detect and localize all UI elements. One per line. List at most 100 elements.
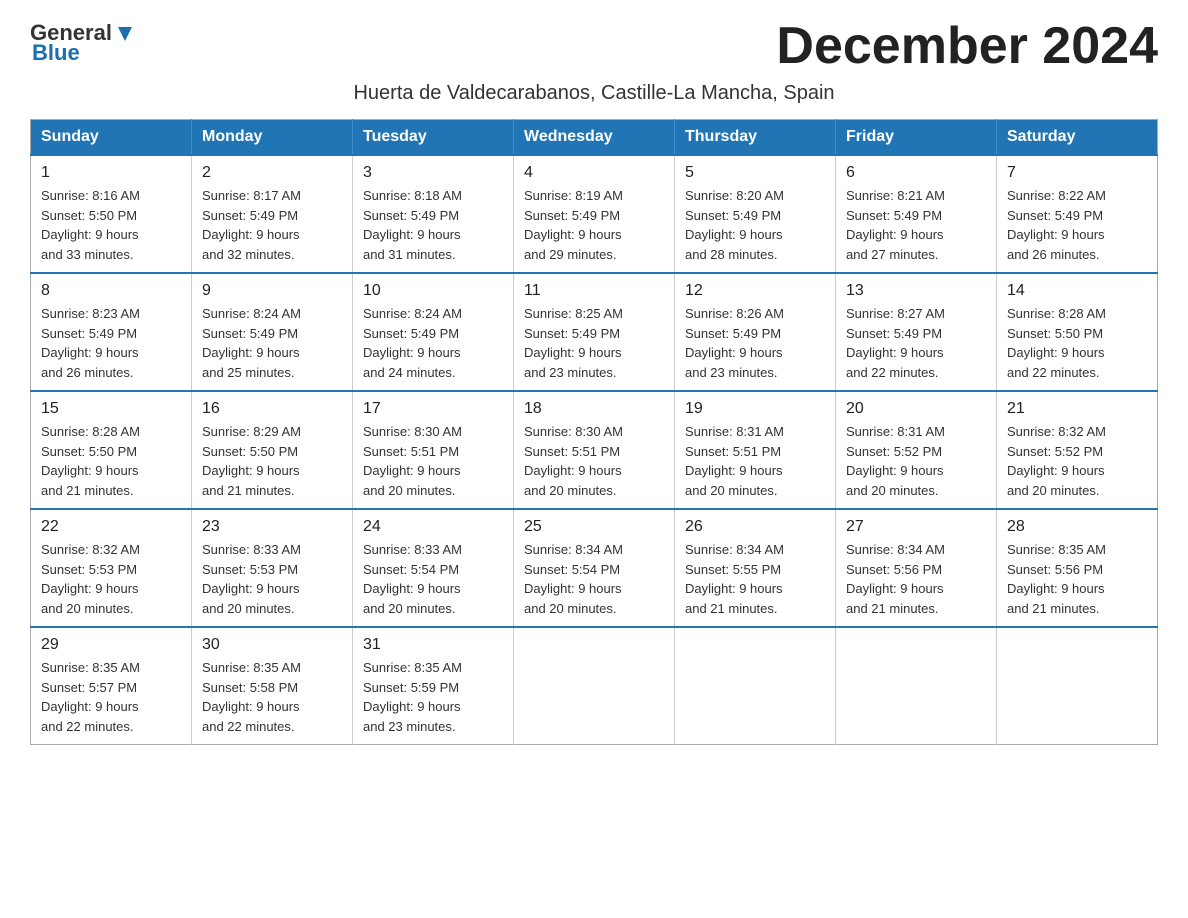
logo-triangle-icon <box>114 23 136 45</box>
calendar-cell: 31 Sunrise: 8:35 AM Sunset: 5:59 PM Dayl… <box>353 627 514 745</box>
calendar-cell: 10 Sunrise: 8:24 AM Sunset: 5:49 PM Dayl… <box>353 273 514 391</box>
day-number: 10 <box>363 282 503 300</box>
calendar-cell: 2 Sunrise: 8:17 AM Sunset: 5:49 PM Dayli… <box>192 155 353 273</box>
calendar-cell: 22 Sunrise: 8:32 AM Sunset: 5:53 PM Dayl… <box>31 509 192 627</box>
calendar-cell: 23 Sunrise: 8:33 AM Sunset: 5:53 PM Dayl… <box>192 509 353 627</box>
weekday-header-thursday: Thursday <box>675 120 836 156</box>
weekday-header-saturday: Saturday <box>997 120 1158 156</box>
day-number: 29 <box>41 636 181 654</box>
day-info: Sunrise: 8:25 AM Sunset: 5:49 PM Dayligh… <box>524 304 664 382</box>
day-info: Sunrise: 8:30 AM Sunset: 5:51 PM Dayligh… <box>524 422 664 500</box>
calendar-cell <box>514 627 675 745</box>
page-header: General Blue December 2024 <box>30 20 1158 72</box>
day-number: 24 <box>363 518 503 536</box>
day-info: Sunrise: 8:33 AM Sunset: 5:53 PM Dayligh… <box>202 540 342 618</box>
day-number: 27 <box>846 518 986 536</box>
calendar-cell: 11 Sunrise: 8:25 AM Sunset: 5:49 PM Dayl… <box>514 273 675 391</box>
day-number: 8 <box>41 282 181 300</box>
day-info: Sunrise: 8:33 AM Sunset: 5:54 PM Dayligh… <box>363 540 503 618</box>
day-info: Sunrise: 8:34 AM Sunset: 5:55 PM Dayligh… <box>685 540 825 618</box>
calendar-cell: 25 Sunrise: 8:34 AM Sunset: 5:54 PM Dayl… <box>514 509 675 627</box>
calendar-cell: 21 Sunrise: 8:32 AM Sunset: 5:52 PM Dayl… <box>997 391 1158 509</box>
location-subtitle: Huerta de Valdecarabanos, Castille-La Ma… <box>30 82 1158 105</box>
day-info: Sunrise: 8:24 AM Sunset: 5:49 PM Dayligh… <box>363 304 503 382</box>
day-info: Sunrise: 8:21 AM Sunset: 5:49 PM Dayligh… <box>846 186 986 264</box>
day-number: 26 <box>685 518 825 536</box>
day-info: Sunrise: 8:32 AM Sunset: 5:53 PM Dayligh… <box>41 540 181 618</box>
day-info: Sunrise: 8:35 AM Sunset: 5:56 PM Dayligh… <box>1007 540 1147 618</box>
day-info: Sunrise: 8:29 AM Sunset: 5:50 PM Dayligh… <box>202 422 342 500</box>
day-info: Sunrise: 8:31 AM Sunset: 5:51 PM Dayligh… <box>685 422 825 500</box>
calendar-week-row: 22 Sunrise: 8:32 AM Sunset: 5:53 PM Dayl… <box>31 509 1158 627</box>
day-number: 22 <box>41 518 181 536</box>
calendar-cell: 18 Sunrise: 8:30 AM Sunset: 5:51 PM Dayl… <box>514 391 675 509</box>
day-number: 16 <box>202 400 342 418</box>
day-info: Sunrise: 8:35 AM Sunset: 5:58 PM Dayligh… <box>202 658 342 736</box>
day-info: Sunrise: 8:18 AM Sunset: 5:49 PM Dayligh… <box>363 186 503 264</box>
calendar-cell: 16 Sunrise: 8:29 AM Sunset: 5:50 PM Dayl… <box>192 391 353 509</box>
calendar-cell: 7 Sunrise: 8:22 AM Sunset: 5:49 PM Dayli… <box>997 155 1158 273</box>
day-number: 3 <box>363 164 503 182</box>
day-info: Sunrise: 8:35 AM Sunset: 5:59 PM Dayligh… <box>363 658 503 736</box>
day-number: 15 <box>41 400 181 418</box>
day-info: Sunrise: 8:31 AM Sunset: 5:52 PM Dayligh… <box>846 422 986 500</box>
day-number: 20 <box>846 400 986 418</box>
calendar-cell: 15 Sunrise: 8:28 AM Sunset: 5:50 PM Dayl… <box>31 391 192 509</box>
day-number: 18 <box>524 400 664 418</box>
day-info: Sunrise: 8:17 AM Sunset: 5:49 PM Dayligh… <box>202 186 342 264</box>
day-info: Sunrise: 8:34 AM Sunset: 5:56 PM Dayligh… <box>846 540 986 618</box>
weekday-header-friday: Friday <box>836 120 997 156</box>
calendar-cell: 8 Sunrise: 8:23 AM Sunset: 5:49 PM Dayli… <box>31 273 192 391</box>
day-number: 23 <box>202 518 342 536</box>
logo-blue-text: Blue <box>32 40 80 66</box>
day-info: Sunrise: 8:26 AM Sunset: 5:49 PM Dayligh… <box>685 304 825 382</box>
calendar-cell: 29 Sunrise: 8:35 AM Sunset: 5:57 PM Dayl… <box>31 627 192 745</box>
day-info: Sunrise: 8:19 AM Sunset: 5:49 PM Dayligh… <box>524 186 664 264</box>
day-info: Sunrise: 8:27 AM Sunset: 5:49 PM Dayligh… <box>846 304 986 382</box>
day-info: Sunrise: 8:24 AM Sunset: 5:49 PM Dayligh… <box>202 304 342 382</box>
calendar-cell: 20 Sunrise: 8:31 AM Sunset: 5:52 PM Dayl… <box>836 391 997 509</box>
day-info: Sunrise: 8:23 AM Sunset: 5:49 PM Dayligh… <box>41 304 181 382</box>
calendar-week-row: 29 Sunrise: 8:35 AM Sunset: 5:57 PM Dayl… <box>31 627 1158 745</box>
weekday-header-sunday: Sunday <box>31 120 192 156</box>
day-info: Sunrise: 8:30 AM Sunset: 5:51 PM Dayligh… <box>363 422 503 500</box>
calendar-cell: 30 Sunrise: 8:35 AM Sunset: 5:58 PM Dayl… <box>192 627 353 745</box>
day-info: Sunrise: 8:35 AM Sunset: 5:57 PM Dayligh… <box>41 658 181 736</box>
day-number: 31 <box>363 636 503 654</box>
weekday-header-wednesday: Wednesday <box>514 120 675 156</box>
day-number: 28 <box>1007 518 1147 536</box>
title-area: December 2024 <box>776 20 1158 72</box>
day-info: Sunrise: 8:22 AM Sunset: 5:49 PM Dayligh… <box>1007 186 1147 264</box>
day-number: 11 <box>524 282 664 300</box>
weekday-header-monday: Monday <box>192 120 353 156</box>
day-info: Sunrise: 8:32 AM Sunset: 5:52 PM Dayligh… <box>1007 422 1147 500</box>
day-info: Sunrise: 8:16 AM Sunset: 5:50 PM Dayligh… <box>41 186 181 264</box>
day-number: 1 <box>41 164 181 182</box>
calendar-cell <box>675 627 836 745</box>
calendar-cell <box>836 627 997 745</box>
calendar-week-row: 8 Sunrise: 8:23 AM Sunset: 5:49 PM Dayli… <box>31 273 1158 391</box>
day-number: 25 <box>524 518 664 536</box>
calendar-cell: 1 Sunrise: 8:16 AM Sunset: 5:50 PM Dayli… <box>31 155 192 273</box>
weekday-header-tuesday: Tuesday <box>353 120 514 156</box>
day-number: 19 <box>685 400 825 418</box>
day-info: Sunrise: 8:28 AM Sunset: 5:50 PM Dayligh… <box>1007 304 1147 382</box>
weekday-header-row: SundayMondayTuesdayWednesdayThursdayFrid… <box>31 120 1158 156</box>
day-number: 7 <box>1007 164 1147 182</box>
day-number: 21 <box>1007 400 1147 418</box>
calendar-cell: 14 Sunrise: 8:28 AM Sunset: 5:50 PM Dayl… <box>997 273 1158 391</box>
calendar-cell: 9 Sunrise: 8:24 AM Sunset: 5:49 PM Dayli… <box>192 273 353 391</box>
calendar-cell: 17 Sunrise: 8:30 AM Sunset: 5:51 PM Dayl… <box>353 391 514 509</box>
calendar-cell <box>997 627 1158 745</box>
month-title: December 2024 <box>776 20 1158 72</box>
calendar-cell: 12 Sunrise: 8:26 AM Sunset: 5:49 PM Dayl… <box>675 273 836 391</box>
calendar-table: SundayMondayTuesdayWednesdayThursdayFrid… <box>30 119 1158 745</box>
calendar-week-row: 15 Sunrise: 8:28 AM Sunset: 5:50 PM Dayl… <box>31 391 1158 509</box>
day-number: 5 <box>685 164 825 182</box>
calendar-cell: 6 Sunrise: 8:21 AM Sunset: 5:49 PM Dayli… <box>836 155 997 273</box>
calendar-cell: 3 Sunrise: 8:18 AM Sunset: 5:49 PM Dayli… <box>353 155 514 273</box>
calendar-cell: 26 Sunrise: 8:34 AM Sunset: 5:55 PM Dayl… <box>675 509 836 627</box>
day-info: Sunrise: 8:20 AM Sunset: 5:49 PM Dayligh… <box>685 186 825 264</box>
calendar-cell: 4 Sunrise: 8:19 AM Sunset: 5:49 PM Dayli… <box>514 155 675 273</box>
day-info: Sunrise: 8:34 AM Sunset: 5:54 PM Dayligh… <box>524 540 664 618</box>
